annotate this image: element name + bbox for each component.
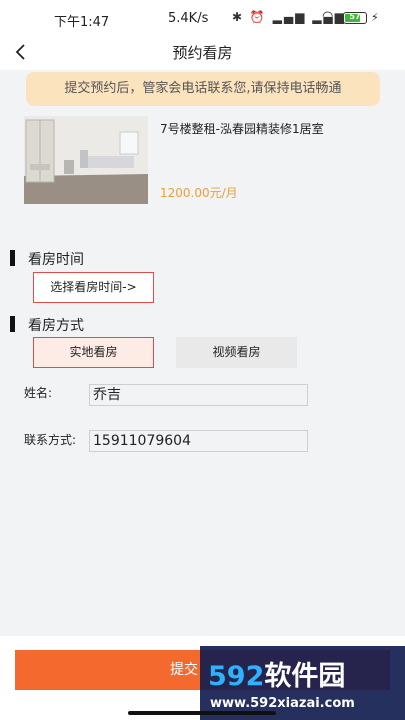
watermark-logo: 592软件园 www.592xiazai.com	[200, 646, 405, 720]
name-field[interactable]: 乔吉	[89, 384, 308, 406]
select-time-button[interactable]: 选择看房时间->	[33, 272, 154, 303]
viewing-mode-heading: 看房方式	[28, 318, 84, 334]
watermark-text: 软件园	[264, 661, 346, 692]
battery-icon: 57	[343, 12, 367, 24]
home-indicator[interactable]	[128, 711, 276, 715]
battery-level: 57	[349, 12, 361, 21]
watermark-brand: 592软件园	[208, 654, 345, 693]
network-speed: 5.4K/s	[168, 11, 209, 26]
charging-icon: ⚡	[371, 11, 379, 24]
video-viewing-option[interactable]: 视频看房	[176, 337, 297, 368]
watermark-number: 592	[208, 661, 265, 692]
notice-banner: 提交预约后，管家会电话联系您,请保持电话畅通	[26, 72, 380, 106]
page-title: 预约看房	[172, 44, 233, 62]
watermark-url: www.592xiazai.com	[210, 696, 355, 711]
in-person-viewing-option[interactable]: 实地看房	[33, 337, 154, 368]
status-time: 下午1:47	[54, 15, 110, 30]
bluetooth-icon: ✱	[232, 10, 245, 24]
phone-label: 联系方式:	[24, 433, 77, 447]
status-bar: 下午1:47 5.4K/s ✱ ⏰ ▂▄▆ ▂▄▆ ◠ 57 ⚡	[0, 0, 405, 36]
section-marker	[10, 316, 15, 332]
phone-field[interactable]: 15911079604	[89, 430, 308, 452]
viewing-time-heading: 看房时间	[28, 252, 84, 268]
listing-card[interactable]: 7号楼整租-泓春园精装修1居室 1200.00元/月	[24, 116, 384, 206]
signal-icon: ▂▄▆	[272, 10, 307, 24]
listing-photo	[24, 116, 148, 204]
wifi-icon: ◠	[322, 9, 334, 24]
name-label: 姓名:	[24, 386, 53, 400]
section-marker	[10, 250, 15, 266]
listing-title: 7号楼整租-泓春园精装修1居室	[160, 122, 324, 136]
nav-bar: 预约看房	[0, 36, 405, 70]
alarm-icon: ⏰	[249, 10, 267, 24]
listing-price: 1200.00元/月	[160, 186, 238, 200]
submit-label: 提交	[170, 662, 198, 678]
